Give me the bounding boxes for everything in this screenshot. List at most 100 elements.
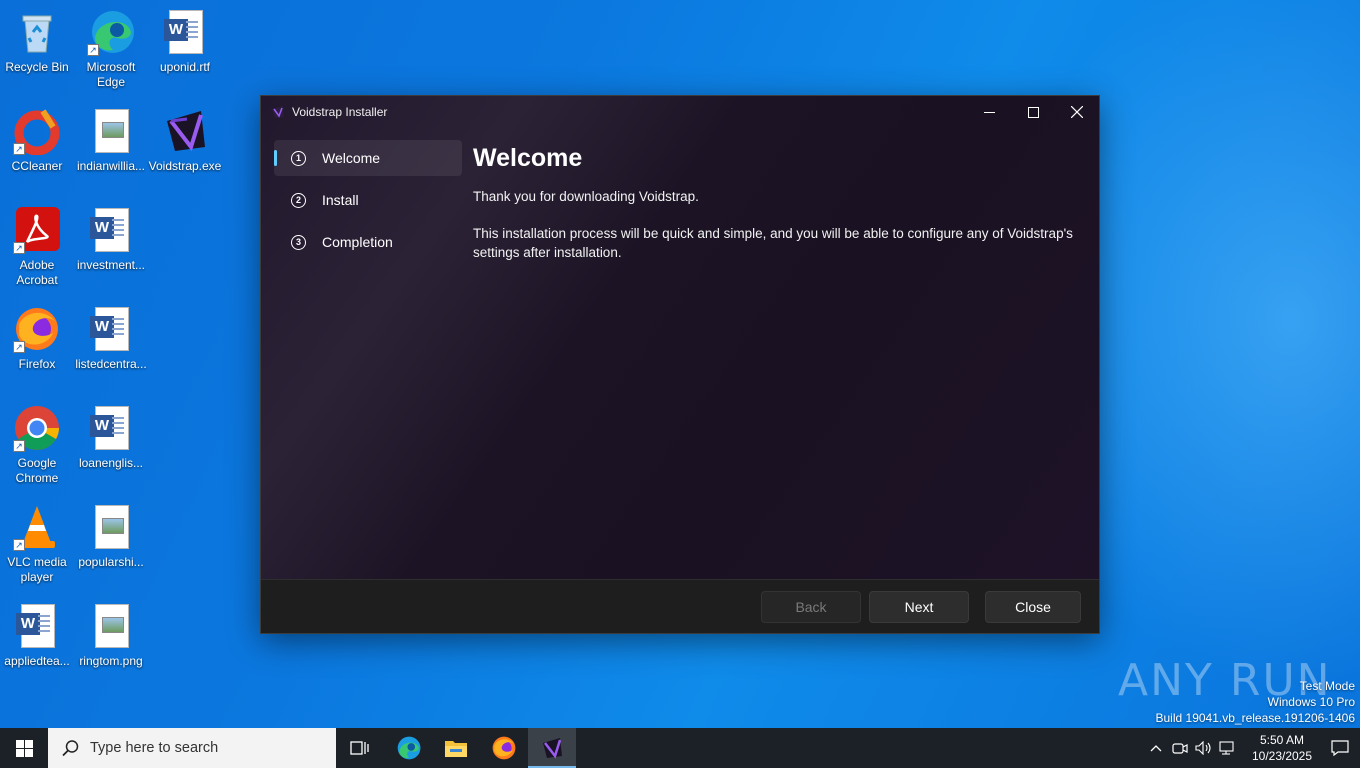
shortcut-arrow-icon: ↗ <box>13 242 25 254</box>
desktop-icon-label: CCleaner <box>11 159 63 173</box>
back-button[interactable]: Back <box>761 591 861 623</box>
nav-item-install[interactable]: 2 Install <box>274 182 462 218</box>
window-title: Voidstrap Installer <box>292 105 388 119</box>
desktop-icon-voidstrap[interactable]: Voidstrap.exe <box>148 107 222 174</box>
firefox-icon <box>492 736 516 760</box>
shortcut-arrow-icon: ↗ <box>87 44 99 56</box>
desktop-icon-indianwillia[interactable]: indianwillia... <box>74 107 148 174</box>
next-button[interactable]: Next <box>869 591 969 623</box>
taskbar-search-box[interactable]: Type here to search <box>48 728 336 768</box>
chrome-icon: ↗ <box>13 404 61 452</box>
nav-item-label: Install <box>322 192 359 208</box>
taskbar: Type here to search 5:50 AM 10/23/2025 <box>0 728 1360 768</box>
desktop-icon-label: Firefox <box>18 357 56 371</box>
desktop-icon-label: loanenglis... <box>78 456 144 470</box>
close-icon <box>1071 106 1083 118</box>
recycle-bin-icon <box>13 8 61 56</box>
desktop-icon-appliedtea[interactable]: W appliedtea... <box>0 602 74 669</box>
image-file-icon <box>87 107 135 155</box>
desktop-icon-ringtom[interactable]: ringtom.png <box>74 602 148 669</box>
minimize-button[interactable] <box>967 96 1011 128</box>
ccleaner-icon: ↗ <box>13 107 61 156</box>
page-title: Welcome <box>473 144 583 172</box>
thank-you-text: Thank you for downloading Voidstrap. <box>473 189 699 204</box>
word-document-icon: W <box>87 404 135 452</box>
maximize-button[interactable] <box>1011 96 1055 128</box>
desktop-icon-label: Recycle Bin <box>5 60 69 74</box>
word-document-icon: W <box>13 602 61 650</box>
watermark-line: Test Mode <box>1299 679 1355 693</box>
voidstrap-logo-icon <box>272 106 284 118</box>
taskbar-clock[interactable]: 5:50 AM 10/23/2025 <box>1244 732 1320 764</box>
desktop-icon-adobe-acrobat[interactable]: ↗ Adobe Acrobat <box>0 206 74 288</box>
title-bar[interactable]: Voidstrap Installer <box>261 96 1099 128</box>
show-hidden-icons-button[interactable] <box>1144 744 1168 752</box>
image-file-icon <box>87 503 135 551</box>
step-number-icon: 3 <box>291 234 306 250</box>
search-placeholder: Type here to search <box>90 740 219 756</box>
desktop-icon-label: investment... <box>76 258 146 272</box>
desktop-icon-edge[interactable]: ↗ Microsoft Edge <box>74 8 148 90</box>
desktop-icon-label: Voidstrap.exe <box>148 159 222 173</box>
desktop-icon-listedcentra[interactable]: W listedcentra... <box>74 305 148 372</box>
nav-item-completion[interactable]: 3 Completion <box>274 224 462 260</box>
button-bar: Back Next Close <box>261 579 1099 633</box>
nav-item-label: Completion <box>322 234 393 250</box>
desktop-icon-label: Microsoft Edge <box>86 60 136 89</box>
desktop-icon-loanenglis[interactable]: W loanenglis... <box>74 404 148 471</box>
firefox-icon: ↗ <box>13 305 61 353</box>
system-tray: 5:50 AM 10/23/2025 <box>1144 728 1360 768</box>
action-center-button[interactable] <box>1320 740 1360 756</box>
volume-button[interactable] <box>1192 741 1216 755</box>
desktop-icon-popularshi[interactable]: popularshi... <box>74 503 148 570</box>
watermark-line: Build 19041.vb_release.191206-1406 <box>1155 711 1356 725</box>
minimize-icon <box>983 111 995 113</box>
test-mode-watermark: Test Mode Windows 10 Pro Build 19041.vb_… <box>1156 678 1356 726</box>
desktop-icon-label: Google Chrome <box>15 456 59 485</box>
desktop-icon-uponid[interactable]: W uponid.rtf <box>148 8 222 75</box>
close-button[interactable]: Close <box>985 591 1081 623</box>
vlc-icon: ↗ <box>13 503 61 551</box>
network-button[interactable] <box>1216 741 1240 755</box>
step-number-icon: 1 <box>291 150 306 166</box>
task-view-button[interactable] <box>336 728 384 768</box>
shortcut-arrow-icon: ↗ <box>13 440 25 452</box>
taskbar-edge-button[interactable] <box>384 728 432 768</box>
voidstrap-icon <box>161 107 209 155</box>
desktop-icon-label: indianwillia... <box>76 159 146 173</box>
windows-logo-icon <box>15 739 33 757</box>
shortcut-arrow-icon: ↗ <box>13 539 25 551</box>
edge-icon <box>397 736 421 760</box>
word-document-icon: W <box>87 206 135 254</box>
speaker-icon <box>1195 741 1211 755</box>
close-window-button[interactable] <box>1055 96 1099 128</box>
nav-item-welcome[interactable]: 1 Welcome <box>274 140 462 176</box>
chevron-up-icon <box>1150 745 1162 752</box>
taskbar-voidstrap-button[interactable] <box>528 728 576 768</box>
desktop-icon-ccleaner[interactable]: ↗ CCleaner <box>0 107 74 174</box>
desktop-icon-vlc[interactable]: ↗ VLC media player <box>0 503 74 585</box>
meet-now-button[interactable] <box>1168 741 1192 755</box>
step-number-icon: 2 <box>291 192 306 208</box>
desktop-icon-label: Adobe Acrobat <box>16 258 58 287</box>
desktop-icon-recycle-bin[interactable]: Recycle Bin <box>0 8 74 75</box>
folder-icon <box>445 741 467 757</box>
camera-icon <box>1172 743 1188 754</box>
desktop-icon-chrome[interactable]: ↗ Google Chrome <box>0 404 74 486</box>
desktop-icon-label: VLC media player <box>7 555 67 584</box>
shortcut-arrow-icon: ↗ <box>13 341 25 353</box>
clock-date: 10/23/2025 <box>1251 749 1313 763</box>
start-button[interactable] <box>0 728 48 768</box>
installer-window: Voidstrap Installer 1 Welcome 2 Install … <box>260 95 1100 634</box>
taskbar-firefox-button[interactable] <box>480 728 528 768</box>
desktop-icon-label: appliedtea... <box>4 654 70 668</box>
taskbar-file-explorer-button[interactable] <box>432 728 480 768</box>
word-document-icon: W <box>161 8 209 56</box>
desktop-icon-investment[interactable]: W investment... <box>74 206 148 273</box>
word-document-icon: W <box>87 305 135 353</box>
description-text: This installation process will be quick … <box>473 226 1073 260</box>
network-icon <box>1219 741 1234 755</box>
desktop-icon-firefox[interactable]: ↗ Firefox <box>0 305 74 372</box>
shortcut-arrow-icon: ↗ <box>13 143 25 155</box>
search-icon <box>62 740 79 757</box>
